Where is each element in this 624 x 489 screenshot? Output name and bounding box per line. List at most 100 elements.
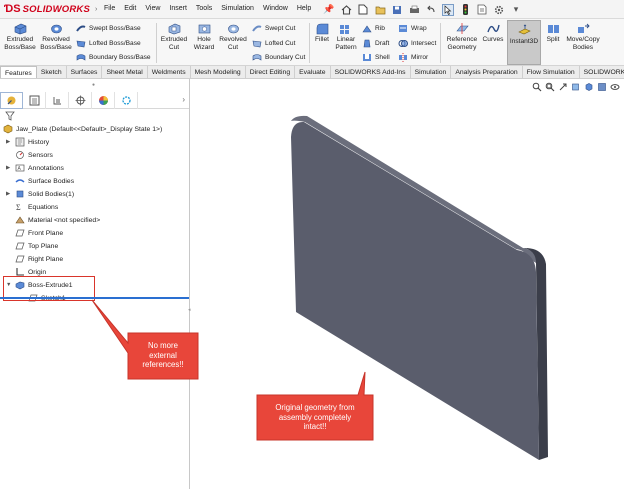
hole-wizard-label: Hole Wizard bbox=[193, 36, 215, 51]
extruded-boss-button[interactable]: Extruded Boss/Base bbox=[4, 22, 36, 51]
save-icon[interactable] bbox=[391, 4, 403, 16]
tree-item-label: Front Plane bbox=[28, 229, 64, 237]
tab-analysis-preparation[interactable]: Analysis Preparation bbox=[451, 66, 523, 78]
revolved-boss-button[interactable]: Revolved Boss/Base bbox=[40, 22, 72, 51]
tab-dimxpert-manager[interactable] bbox=[69, 92, 92, 109]
tree-item-label: Sensors bbox=[28, 151, 53, 159]
pin-icon[interactable]: 📌 bbox=[323, 4, 334, 15]
tab-simulation[interactable]: Simulation bbox=[411, 66, 452, 78]
boundary-boss-button[interactable]: Boundary Boss/Base bbox=[76, 51, 151, 63]
rollback-bar[interactable] bbox=[0, 297, 189, 299]
new-document-icon[interactable] bbox=[357, 4, 369, 16]
reference-geometry-button[interactable]: Reference Geometry bbox=[444, 22, 480, 51]
tree-item-label: History bbox=[28, 138, 50, 146]
linear-pattern-icon bbox=[339, 25, 349, 34]
menu-simulation[interactable]: Simulation bbox=[221, 5, 254, 12]
boundary-boss-label: Boundary Boss/Base bbox=[89, 53, 151, 61]
tree-root-label: Jaw_Plate (Default<<Default>_Display Sta… bbox=[16, 125, 163, 133]
boundary-cut-button[interactable]: Boundary Cut bbox=[252, 51, 305, 63]
linear-pattern-button[interactable]: Linear Pattern bbox=[334, 22, 358, 51]
tab-solidworks[interactable]: SOLIDWORKS bbox=[580, 66, 624, 78]
tab-sheet-metal[interactable]: Sheet Metal bbox=[102, 66, 148, 78]
tab-feature-manager[interactable] bbox=[0, 92, 23, 109]
lofted-boss-button[interactable]: Lofted Boss/Base bbox=[76, 37, 141, 49]
shell-button[interactable]: Shell bbox=[362, 51, 390, 63]
panel-collapse-handle[interactable]: ● bbox=[92, 82, 95, 88]
tab-configuration-manager[interactable] bbox=[46, 92, 69, 109]
menu-help[interactable]: Help bbox=[297, 5, 311, 12]
svg-text:Σ: Σ bbox=[16, 203, 21, 212]
menu-file[interactable]: File bbox=[104, 5, 115, 12]
tab-evaluate[interactable]: Evaluate bbox=[295, 66, 331, 78]
tree-root-part[interactable]: Jaw_Plate (Default<<Default>_Display Sta… bbox=[3, 123, 162, 135]
sensors-icon bbox=[16, 151, 24, 159]
tree-item-history[interactable]: ▶ History bbox=[6, 136, 49, 148]
tab-display-manager[interactable] bbox=[92, 92, 115, 109]
tab-features[interactable]: Features bbox=[0, 66, 37, 78]
tab-direct-editing[interactable]: Direct Editing bbox=[246, 66, 296, 78]
boundary-boss-icon bbox=[76, 53, 86, 61]
curves-button[interactable]: Curves bbox=[481, 22, 505, 44]
expand-arrow-icon[interactable]: ▶ bbox=[6, 165, 13, 171]
options-gear-icon[interactable] bbox=[493, 4, 505, 16]
tree-item-sensors[interactable]: Sensors bbox=[15, 149, 53, 161]
menu-edit[interactable]: Edit bbox=[124, 5, 136, 12]
menu-tools[interactable]: Tools bbox=[196, 5, 212, 12]
extruded-cut-button[interactable]: Extruded Cut bbox=[158, 22, 190, 51]
lofted-cut-button[interactable]: Lofted Cut bbox=[252, 37, 295, 49]
tree-item-label: Surface Bodies bbox=[28, 177, 75, 185]
tab-appearances[interactable] bbox=[115, 92, 138, 109]
menu-window[interactable]: Window bbox=[263, 5, 288, 12]
open-folder-icon[interactable] bbox=[374, 4, 386, 16]
mirror-button[interactable]: Mirror bbox=[398, 51, 428, 63]
tab-flow-simulation[interactable]: Flow Simulation bbox=[523, 66, 580, 78]
filter-icon[interactable] bbox=[5, 111, 15, 121]
feature-manager-panel: ● › Jaw_Plate (Default<<Default>_Display… bbox=[0, 79, 191, 489]
tree-item-surface-bodies[interactable]: Surface Bodies bbox=[15, 175, 74, 187]
tab-mesh-modeling[interactable]: Mesh Modeling bbox=[191, 66, 246, 78]
intersect-button[interactable]: Intersect bbox=[398, 37, 436, 49]
tab-weldments[interactable]: Weldments bbox=[148, 66, 191, 78]
tree-item-annotations[interactable]: ▶ A Annotations bbox=[6, 162, 64, 174]
expand-arrow-icon[interactable]: ▶ bbox=[6, 139, 13, 145]
expand-arrow-icon[interactable]: ▶ bbox=[6, 191, 13, 197]
file-properties-icon[interactable] bbox=[476, 4, 488, 16]
split-button[interactable]: Split bbox=[543, 22, 563, 44]
tree-item-solid-bodies[interactable]: ▶ Solid Bodies(1) bbox=[6, 188, 74, 200]
move-copy-bodies-button[interactable]: Move/Copy Bodies bbox=[564, 22, 602, 51]
instant3d-button[interactable]: Instant3D bbox=[507, 20, 541, 65]
tree-item-front-plane[interactable]: Front Plane bbox=[15, 227, 63, 239]
swept-boss-button[interactable]: Swept Boss/Base bbox=[76, 22, 141, 34]
graphics-area[interactable] bbox=[191, 79, 624, 489]
plane-icon bbox=[15, 255, 25, 263]
chevron-down-icon[interactable]: ▾ bbox=[510, 4, 522, 16]
print-icon[interactable] bbox=[408, 4, 420, 16]
tab-surfaces[interactable]: Surfaces bbox=[67, 66, 103, 78]
reference-geometry-label: Reference Geometry bbox=[446, 36, 478, 51]
rib-button[interactable]: Rib bbox=[362, 22, 385, 34]
menu-view[interactable]: View bbox=[145, 5, 160, 12]
tree-item-right-plane[interactable]: Right Plane bbox=[15, 253, 63, 265]
solidworks-logo[interactable]: ƊS SOLIDWORKS › bbox=[4, 3, 97, 16]
select-cursor-icon[interactable] bbox=[442, 3, 454, 16]
tree-item-equations[interactable]: Σ Equations bbox=[15, 201, 58, 213]
tab-sketch[interactable]: Sketch bbox=[37, 66, 67, 78]
quick-access-toolbar: ▾ bbox=[340, 2, 522, 17]
revolved-cut-button[interactable]: Revolved Cut bbox=[218, 22, 248, 51]
tab-solidworks-add-ins[interactable]: SOLIDWORKS Add-Ins bbox=[331, 66, 411, 78]
swept-cut-button[interactable]: Swept Cut bbox=[252, 22, 295, 34]
tab-property-manager[interactable] bbox=[23, 92, 46, 109]
wrap-button[interactable]: Wrap bbox=[398, 22, 427, 34]
undo-icon[interactable] bbox=[425, 4, 437, 16]
fillet-button[interactable]: Fillet bbox=[311, 22, 333, 44]
hole-wizard-button[interactable]: Hole Wizard bbox=[191, 22, 217, 51]
mirror-icon bbox=[399, 52, 407, 62]
tree-item-material[interactable]: Material <not specified> bbox=[15, 214, 100, 226]
tree-item-top-plane[interactable]: Top Plane bbox=[15, 240, 58, 252]
draft-label: Draft bbox=[375, 39, 390, 47]
menu-insert[interactable]: Insert bbox=[169, 5, 187, 12]
rebuild-traffic-light-icon[interactable] bbox=[459, 4, 471, 16]
chevron-right-icon[interactable]: › bbox=[182, 95, 185, 104]
draft-button[interactable]: Draft bbox=[362, 37, 389, 49]
home-icon[interactable] bbox=[340, 4, 352, 16]
